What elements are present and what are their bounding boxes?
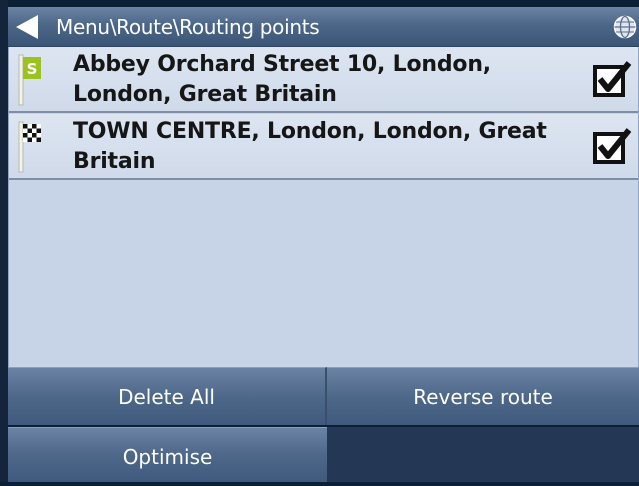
- reverse-route-button[interactable]: Reverse route: [327, 367, 639, 425]
- checkbox-checked-icon[interactable]: [591, 59, 633, 101]
- back-arrow-icon[interactable]: [12, 14, 46, 40]
- globe-icon[interactable]: [613, 15, 637, 39]
- finish-flag-icon: [18, 121, 41, 173]
- checkbox-checked-icon[interactable]: [591, 126, 633, 168]
- start-flag-letter: S: [27, 60, 38, 78]
- routing-points-screen: Menu\Route\Routing points S Abbey Orchar…: [0, 0, 639, 482]
- window-edge: [0, 0, 8, 482]
- routing-point-label: TOWN CENTRE, London, London, Great Brita…: [73, 119, 547, 174]
- title-bar: Menu\Route\Routing points: [8, 7, 639, 47]
- optimise-button[interactable]: Optimise: [8, 427, 327, 482]
- empty-button-slot: [327, 427, 639, 482]
- start-flag-icon: S: [18, 54, 41, 106]
- routing-points-list: S Abbey Orchard Street 10, London, Londo…: [8, 47, 639, 367]
- routing-point-row-finish[interactable]: TOWN CENTRE, London, London, Great Brita…: [9, 114, 638, 180]
- routing-point-row-start[interactable]: S Abbey Orchard Street 10, London, Londo…: [9, 47, 638, 113]
- breadcrumb-title: Menu\Route\Routing points: [56, 15, 320, 39]
- delete-all-button[interactable]: Delete All: [8, 367, 327, 425]
- routing-point-label: Abbey Orchard Street 10, London, London,…: [73, 52, 491, 107]
